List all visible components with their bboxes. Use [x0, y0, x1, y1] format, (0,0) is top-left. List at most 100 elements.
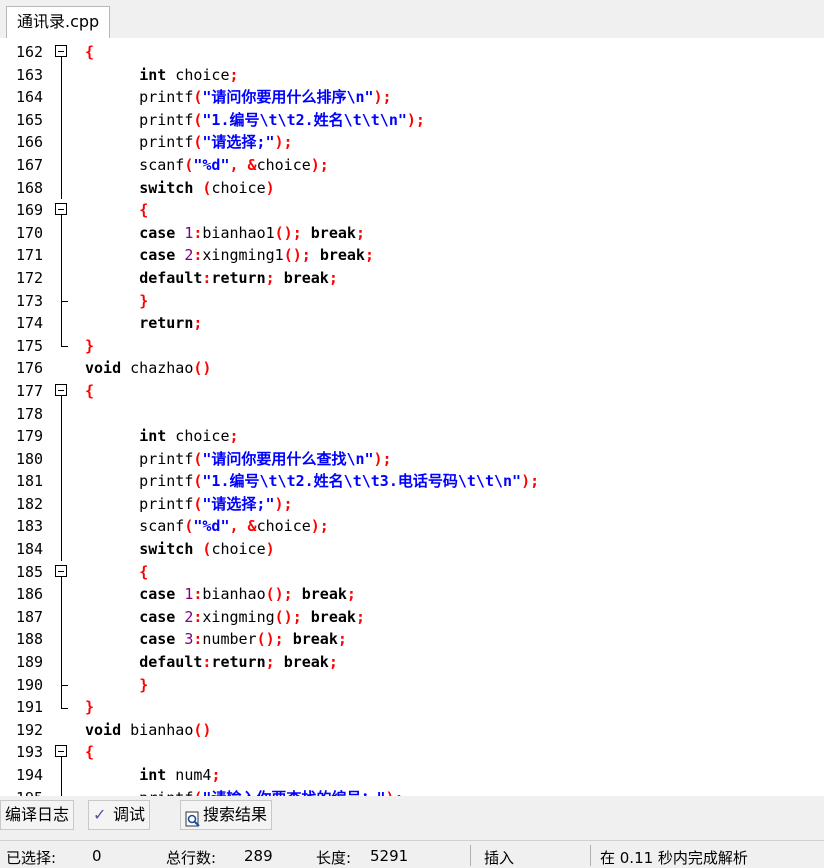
fold-guide	[52, 221, 72, 245]
fold-guide	[52, 289, 72, 313]
code-text: case 2:xingming(); break;	[139, 607, 365, 626]
fold-toggle-icon[interactable]	[52, 741, 72, 765]
debug-tab[interactable]: ✓ 调试	[88, 800, 151, 830]
code-line[interactable]: 178	[0, 402, 824, 426]
line-number: 193	[16, 743, 44, 762]
fold-guide	[52, 86, 72, 109]
code-line[interactable]: 168 switch (choice)	[0, 176, 824, 200]
fold-guide	[52, 583, 72, 606]
bottom-panel-tabs: 编译日志 ✓ 调试 搜索结果	[0, 796, 824, 832]
code-line[interactable]: 192 void bianhao()	[0, 719, 824, 742]
fold-toggle-icon[interactable]	[52, 561, 72, 584]
code-text: scanf("%d", &choice);	[85, 155, 329, 174]
code-text: }	[139, 675, 149, 694]
code-line[interactable]: 180 printf("请问你要用什么查找\n");	[0, 447, 824, 471]
code-text: printf("1.编号\t\t2.姓名\t\t\n");	[85, 110, 425, 129]
length-value: 5291	[370, 847, 409, 865]
line-number: 190	[16, 675, 44, 694]
code-text: printf("1.编号\t\t2.姓名\t\t3.电话号码\t\t\n");	[85, 472, 540, 491]
code-line[interactable]: 193 {	[0, 741, 824, 765]
search-results-tab[interactable]: 搜索结果	[180, 800, 273, 830]
code-text: {	[85, 743, 95, 762]
code-text: return;	[139, 314, 203, 333]
fold-guide	[52, 492, 72, 516]
fold-guide	[52, 651, 72, 674]
fold-guide	[52, 719, 72, 742]
code-line[interactable]: 179 int choice;	[0, 425, 824, 448]
line-number: 164	[16, 88, 44, 107]
line-number: 187	[16, 607, 44, 626]
code-text: case 2:xingming1(); break;	[139, 246, 374, 265]
line-number: 176	[16, 359, 44, 378]
fold-guide	[52, 673, 72, 697]
editor-tab-bar: 通讯录.cpp	[0, 0, 824, 39]
code-line[interactable]: 174 return;	[0, 312, 824, 335]
code-line[interactable]: 189 default:return; break;	[0, 651, 824, 674]
code-line[interactable]: 181 printf("1.编号\t\t2.姓名\t\t3.电话号码\t\t\n…	[0, 470, 824, 493]
code-line[interactable]: 163 int choice;	[0, 63, 824, 87]
code-text: {	[139, 201, 149, 220]
fold-guide	[52, 515, 72, 539]
code-line[interactable]: 164 printf("请问你要用什么排序\n");	[0, 86, 824, 109]
line-number: 174	[16, 314, 44, 333]
fold-toggle-icon[interactable]	[52, 380, 72, 403]
code-line[interactable]: 194 int num4;	[0, 764, 824, 787]
line-number: 188	[16, 630, 44, 649]
code-text: scanf("%d", &choice);	[85, 517, 329, 536]
fold-guide	[52, 63, 72, 87]
code-line[interactable]: 182 printf("请选择;");	[0, 492, 824, 516]
code-text: switch (choice)	[139, 540, 275, 559]
code-line[interactable]: 165 printf("1.编号\t\t2.姓名\t\t\n");	[0, 108, 824, 132]
fold-guide	[52, 357, 72, 380]
fold-guide	[52, 696, 72, 719]
code-text: {	[85, 43, 95, 61]
code-text: int choice;	[139, 65, 239, 84]
code-line[interactable]: 173 }	[0, 289, 824, 313]
code-line[interactable]: 184 switch (choice)	[0, 538, 824, 561]
compile-log-label: 编译日志	[5, 805, 70, 824]
code-line[interactable]: 177 {	[0, 380, 824, 403]
checkmark-icon: ✓	[93, 805, 107, 824]
code-text: printf("请问你要用什么排序\n");	[85, 88, 392, 107]
code-line[interactable]: 167 scanf("%d", &choice);	[0, 153, 824, 177]
compile-log-tab[interactable]: 编译日志	[0, 800, 75, 830]
code-line[interactable]: 190 }	[0, 673, 824, 697]
code-line[interactable]: 172 default:return; break;	[0, 266, 824, 290]
code-editor[interactable]: 162{163 int choice; 164 printf("请问你要用什么排序…	[0, 38, 824, 799]
fold-guide	[52, 447, 72, 471]
line-number: 169	[16, 201, 44, 220]
fold-toggle-icon[interactable]	[52, 41, 72, 64]
code-line[interactable]: 166 printf("请选择;");	[0, 131, 824, 154]
line-number: 192	[16, 720, 44, 739]
line-number: 166	[16, 133, 44, 152]
fold-guide	[52, 425, 72, 448]
line-number: 171	[16, 246, 44, 265]
fold-guide	[52, 266, 72, 290]
line-number: 189	[16, 653, 44, 672]
code-line[interactable]: 176 void chazhao()	[0, 357, 824, 380]
file-tab[interactable]: 通讯录.cpp	[6, 6, 111, 38]
fold-guide	[52, 334, 72, 358]
line-number: 194	[16, 766, 44, 784]
code-line[interactable]: 185 {	[0, 561, 824, 584]
code-line[interactable]: 169 {	[0, 199, 824, 223]
code-line[interactable]: 162 {	[0, 41, 824, 64]
code-line[interactable]: 186 case 1:bianhao(); break;	[0, 583, 824, 606]
status-divider	[590, 845, 591, 866]
code-line[interactable]: 171 case 2:xingming1(); break;	[0, 244, 824, 267]
line-number: 186	[16, 585, 44, 604]
fold-guide	[52, 764, 72, 787]
code-line[interactable]: 175}	[0, 334, 824, 358]
code-line[interactable]: 183 scanf("%d", &choice);	[0, 515, 824, 539]
code-line[interactable]: 188 case 3:number(); break;	[0, 628, 824, 652]
code-line[interactable]: 170 case 1:bianhao1(); break;	[0, 221, 824, 245]
code-text: case 1:bianhao(); break;	[139, 585, 356, 604]
code-line[interactable]: 191}	[0, 696, 824, 719]
code-text: printf("请选择;");	[85, 133, 293, 152]
code-line[interactable]: 187 case 2:xingming(); break;	[0, 605, 824, 629]
line-number: 168	[16, 178, 44, 197]
fold-guide	[52, 176, 72, 200]
fold-guide	[52, 628, 72, 652]
code-text: switch (choice)	[139, 178, 275, 197]
fold-toggle-icon[interactable]	[52, 199, 72, 223]
